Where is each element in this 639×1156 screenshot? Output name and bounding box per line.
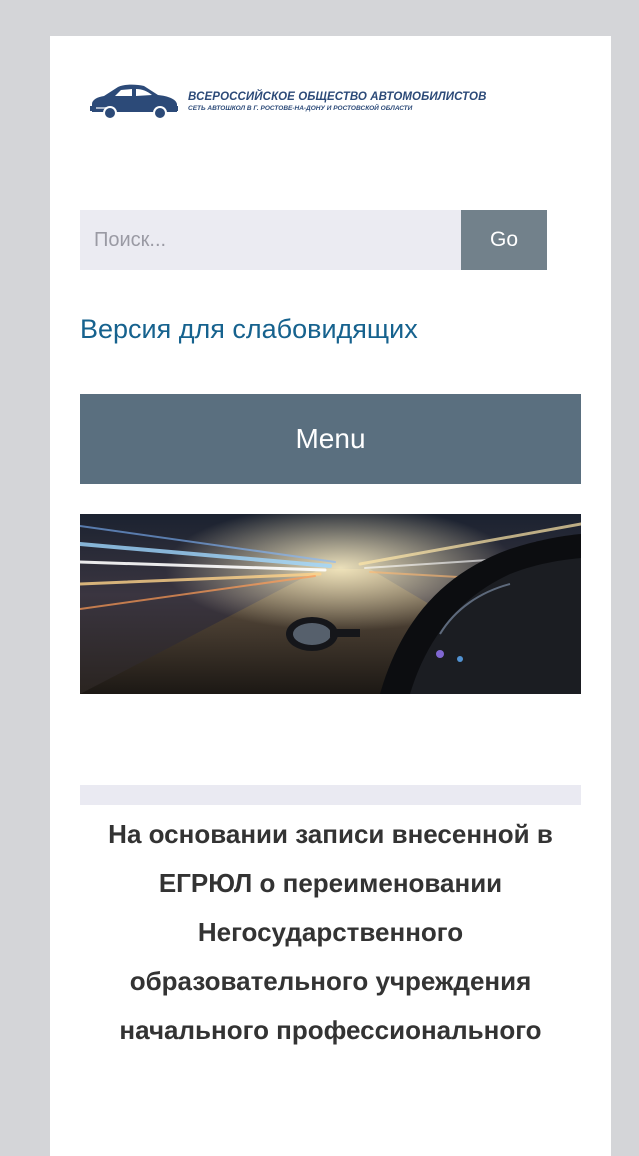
menu-label: Menu: [295, 423, 366, 454]
menu-toggle-button[interactable]: Menu: [80, 394, 581, 484]
car-icon: [90, 84, 178, 120]
accessibility-version-link[interactable]: Версия для слабовидящих: [80, 314, 418, 345]
page-container: ВСЕРОССИЙСКОЕ ОБЩЕСТВО АВТОМОБИЛИСТОВ СЕ…: [50, 36, 611, 1156]
logo-subtitle: СЕТЬ АВТОШКОЛ В Г. РОСТОВЕ-НА-ДОНУ И РОС…: [188, 104, 413, 112]
logo-text: ВСЕРОССИЙСКОЕ ОБЩЕСТВО АВТОМОБИЛИСТОВ СЕ…: [188, 91, 487, 112]
site-logo[interactable]: ВСЕРОССИЙСКОЕ ОБЩЕСТВО АВТОМОБИЛИСТОВ СЕ…: [88, 82, 486, 122]
notice-text: На основании записи внесенной в ЕГРЮЛ о …: [108, 819, 553, 1045]
search-button[interactable]: Go: [461, 210, 547, 270]
search-form: Go: [80, 210, 547, 270]
search-input[interactable]: [80, 210, 461, 270]
content-divider: [80, 785, 581, 805]
logo-title: ВСЕРОССИЙСКОЕ ОБЩЕСТВО АВТОМОБИЛИСТОВ: [188, 91, 487, 103]
hero-banner-image: [80, 514, 581, 694]
